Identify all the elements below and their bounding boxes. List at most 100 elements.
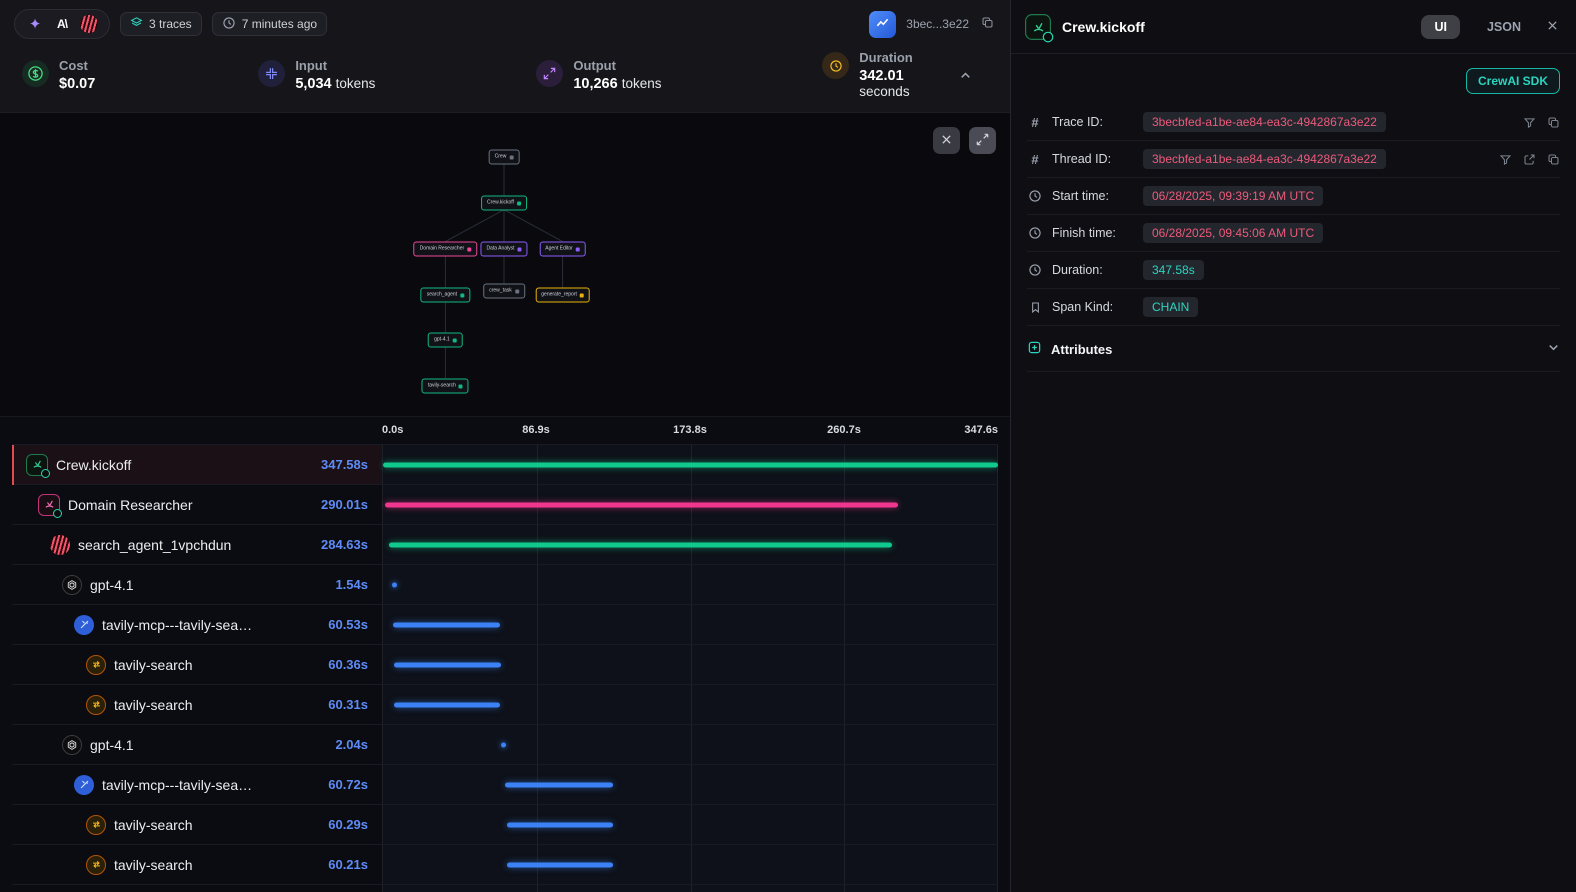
copy-icon[interactable] bbox=[1547, 116, 1560, 129]
stat-value: 5,034 tokens bbox=[295, 76, 375, 92]
span-name-cell: tavily-search bbox=[12, 645, 312, 684]
tavily-search-icon bbox=[86, 655, 106, 675]
detail-fields: #Trace ID:3becbfed-a1be-ae84-ea3c-494286… bbox=[1011, 104, 1576, 326]
span-duration: 60.29s bbox=[312, 805, 382, 844]
graph-node-label: tavily-search bbox=[428, 384, 456, 389]
stats-collapse-chevron[interactable] bbox=[957, 67, 974, 84]
openai-icon bbox=[62, 735, 82, 755]
hash-icon: # bbox=[1027, 152, 1043, 167]
time-ago-badge[interactable]: 7 minutes ago bbox=[212, 12, 327, 36]
sdk-badge: CrewAI SDK bbox=[1466, 68, 1560, 94]
span-name: tavily-search bbox=[114, 657, 193, 673]
trace-header: ✦ A\ 3 traces 7 minutes ago 3bec...3e22 bbox=[0, 0, 1010, 113]
openai-icon bbox=[62, 575, 82, 595]
crewai-icon bbox=[26, 454, 48, 476]
graph-node[interactable]: Crew.kickoff bbox=[481, 196, 527, 211]
trace-panel: ✦ A\ 3 traces 7 minutes ago 3bec...3e22 bbox=[0, 0, 1010, 892]
input-tokens-icon bbox=[258, 60, 285, 87]
timeline-row[interactable]: gpt-4.12.04s bbox=[12, 725, 998, 765]
span-name-cell: Domain Researcher bbox=[12, 485, 312, 524]
time-ago-label: 7 minutes ago bbox=[242, 17, 317, 31]
timeline-row[interactable]: tavily-mcp---tavily-sea…60.53s bbox=[12, 605, 998, 645]
graph-node[interactable]: gpt-4.1 bbox=[428, 333, 463, 348]
graph-node[interactable]: Data Analyst bbox=[480, 242, 527, 257]
filter-icon[interactable] bbox=[1523, 116, 1536, 129]
stat-output: Output10,266 tokens bbox=[536, 58, 822, 92]
axis-label: 173.8s bbox=[673, 424, 707, 436]
timeline-row[interactable]: search_agent_1vpchdun 284.63s bbox=[12, 525, 998, 565]
field-value: CHAIN bbox=[1143, 297, 1198, 317]
graph-node[interactable]: generate_report bbox=[535, 288, 590, 303]
stat-cost: Cost$0.07 bbox=[22, 58, 258, 92]
span-name-cell: Crew.kickoff bbox=[12, 445, 312, 484]
timeline-row[interactable]: gpt-4.11.36s bbox=[12, 885, 998, 892]
span-name-cell: tavily-search bbox=[12, 685, 312, 724]
tab-json[interactable]: JSON bbox=[1474, 15, 1534, 39]
timeline-row[interactable]: tavily-search60.31s bbox=[12, 685, 998, 725]
span-track bbox=[382, 645, 998, 684]
span-bar bbox=[392, 582, 397, 587]
attributes-icon bbox=[1027, 340, 1042, 360]
stat-input: Input5,034 tokens bbox=[258, 58, 536, 92]
axis-label: 347.6s bbox=[964, 424, 998, 436]
detail-field: #Thread ID:3becbfed-a1be-ae84-ea3c-49428… bbox=[1027, 141, 1560, 178]
field-label: Span Kind: bbox=[1052, 300, 1134, 314]
trace-id-short: 3bec...3e22 bbox=[906, 17, 969, 31]
timeline-row[interactable]: gpt-4.11.54s bbox=[12, 565, 998, 605]
details-title: Crew.kickoff bbox=[1062, 19, 1410, 35]
span-name-cell: tavily-search bbox=[12, 805, 312, 844]
graph-expand-icon bbox=[976, 133, 989, 149]
span-name: search_agent_1vpchdun bbox=[78, 537, 231, 553]
graph-node-label: gpt-4.1 bbox=[434, 338, 450, 343]
attributes-section-header[interactable]: Attributes bbox=[1027, 328, 1560, 372]
span-name: Crew.kickoff bbox=[56, 457, 131, 473]
bookmark-icon bbox=[1027, 301, 1043, 314]
timeline-row[interactable]: tavily-search 60.29s bbox=[12, 805, 998, 845]
graph-expand-button[interactable] bbox=[969, 127, 996, 154]
graph-node[interactable]: crew_task bbox=[483, 284, 525, 299]
graph-node[interactable]: search_agent bbox=[421, 288, 470, 303]
timeline-row[interactable]: tavily-mcp---tavily-sea…60.72s bbox=[12, 765, 998, 805]
span-duration: 60.72s bbox=[312, 765, 382, 804]
timeline-row[interactable]: Crew.kickoff 347.58s bbox=[12, 445, 998, 485]
span-bar bbox=[501, 742, 506, 747]
external-icon[interactable] bbox=[1523, 153, 1536, 166]
span-duration: 347.58s bbox=[312, 445, 382, 484]
graph-node[interactable]: Agent Editor bbox=[539, 242, 586, 257]
details-close-button[interactable] bbox=[1545, 17, 1560, 36]
sparkle-icon: ✦ bbox=[26, 15, 44, 33]
field-value: 347.58s bbox=[1143, 260, 1204, 280]
anthropic-icon: A\ bbox=[53, 15, 71, 33]
span-name-cell: tavily-mcp---tavily-sea… bbox=[12, 605, 312, 644]
timeline-row[interactable]: tavily-search60.36s bbox=[12, 645, 998, 685]
clock-badge-icon bbox=[222, 16, 236, 33]
graph-node[interactable]: tavily-search bbox=[422, 379, 469, 394]
axis-label: 260.7s bbox=[827, 424, 861, 436]
copy-icon[interactable] bbox=[1547, 153, 1560, 166]
axis-track: 0.0s86.9s173.8s260.7s347.6s bbox=[382, 417, 998, 444]
hash-icon: # bbox=[1027, 115, 1043, 130]
graph-close-button[interactable] bbox=[933, 127, 960, 154]
timeline-row[interactable]: Domain Researcher290.01s bbox=[12, 485, 998, 525]
timeline-axis: 0.0s86.9s173.8s260.7s347.6s bbox=[12, 417, 998, 444]
field-value: 06/28/2025, 09:39:19 AM UTC bbox=[1143, 186, 1323, 206]
trace-toolbar: ✦ A\ 3 traces 7 minutes ago 3bec...3e22 bbox=[14, 8, 996, 40]
graph-controls bbox=[933, 127, 996, 154]
traces-count-badge[interactable]: 3 traces bbox=[120, 12, 202, 36]
graph-node-label: Domain Researcher bbox=[420, 247, 464, 252]
chart-button[interactable] bbox=[869, 11, 896, 38]
span-track bbox=[382, 805, 998, 844]
crewai-icon bbox=[1025, 14, 1051, 40]
span-name: gpt-4.1 bbox=[90, 577, 134, 593]
span-name: tavily-search bbox=[114, 817, 193, 833]
chart-icon bbox=[875, 15, 890, 33]
timeline-row[interactable]: tavily-search60.21s bbox=[12, 845, 998, 885]
span-duration: 284.63s bbox=[312, 525, 382, 564]
graph-node[interactable]: Domain Researcher bbox=[414, 242, 477, 257]
tab-ui[interactable]: UI bbox=[1421, 15, 1460, 39]
span-duration: 290.01s bbox=[312, 485, 382, 524]
trace-copy-button[interactable] bbox=[979, 14, 996, 34]
filter-icon[interactable] bbox=[1499, 153, 1512, 166]
graph-node[interactable]: Crew bbox=[489, 150, 520, 165]
details-span-icon bbox=[1027, 16, 1051, 38]
